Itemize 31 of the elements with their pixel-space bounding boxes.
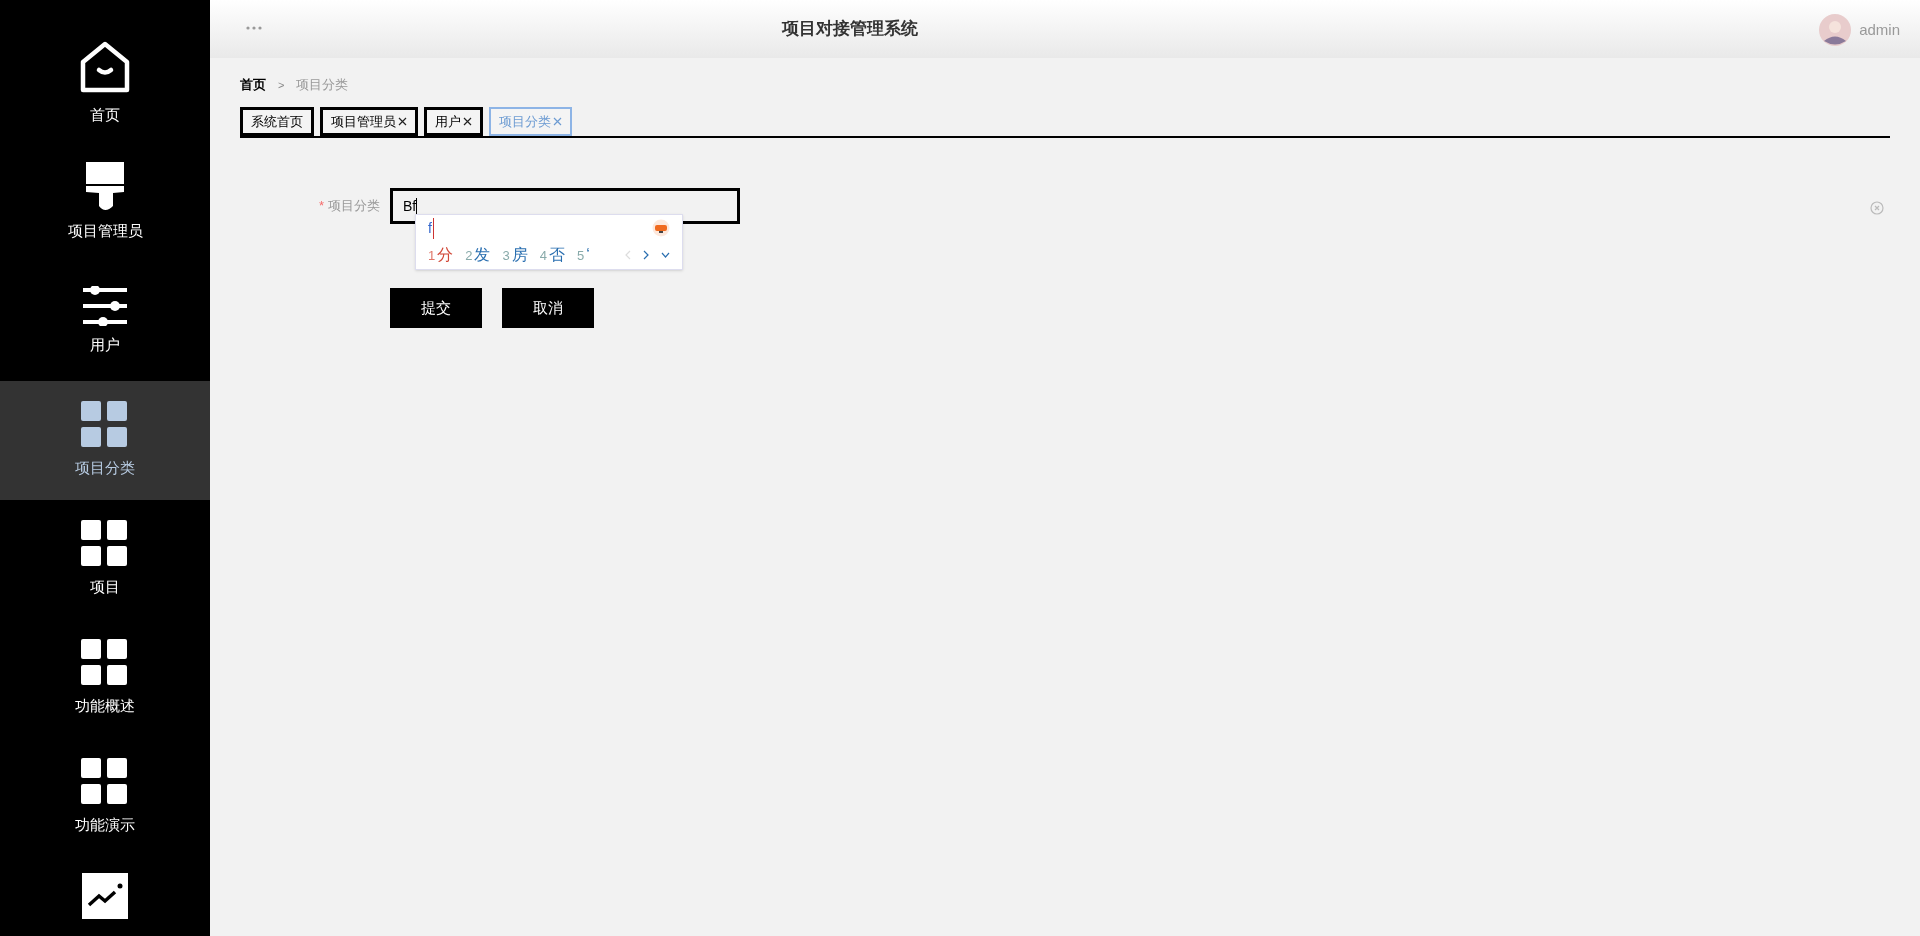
sidebar-item[interactable]: 项目分类: [0, 381, 210, 500]
cancel-button[interactable]: 取消: [502, 288, 594, 328]
ime-candidate[interactable]: 1分: [428, 243, 454, 267]
field-label: 项目分类: [328, 197, 380, 216]
avatar[interactable]: [1819, 14, 1852, 46]
tab[interactable]: 系统首页: [240, 107, 314, 136]
chart-icon: [82, 873, 128, 919]
tab[interactable]: 项目管理员: [320, 107, 418, 136]
expand-icon[interactable]: [661, 252, 670, 258]
tab[interactable]: 用户: [424, 107, 483, 136]
grid-icon: [81, 758, 129, 807]
sliders-icon: [81, 286, 129, 327]
ime-candidate[interactable]: 4否: [539, 243, 565, 267]
submit-button[interactable]: 提交: [390, 288, 482, 328]
ime-candidate[interactable]: 2发: [465, 243, 491, 267]
close-icon[interactable]: [398, 117, 407, 126]
breadcrumb-separator: >: [278, 77, 285, 93]
ime-logo-icon[interactable]: [652, 219, 670, 237]
brush-icon: [85, 162, 125, 213]
ime-candidate[interactable]: 5‘: [576, 243, 590, 267]
breadcrumb-link[interactable]: 首页: [240, 75, 266, 95]
ime-candidate[interactable]: 3 房: [502, 243, 528, 267]
grid-icon: [81, 639, 129, 688]
more-icon[interactable]: [246, 26, 262, 30]
required-mark: *: [318, 197, 324, 216]
grid-icon: [81, 520, 129, 569]
grid-icon: [81, 401, 129, 450]
close-icon[interactable]: [463, 117, 472, 126]
app-title: 项目对接管理系统: [782, 18, 918, 41]
ime-composition: f: [428, 217, 434, 239]
next-icon[interactable]: [643, 250, 649, 260]
